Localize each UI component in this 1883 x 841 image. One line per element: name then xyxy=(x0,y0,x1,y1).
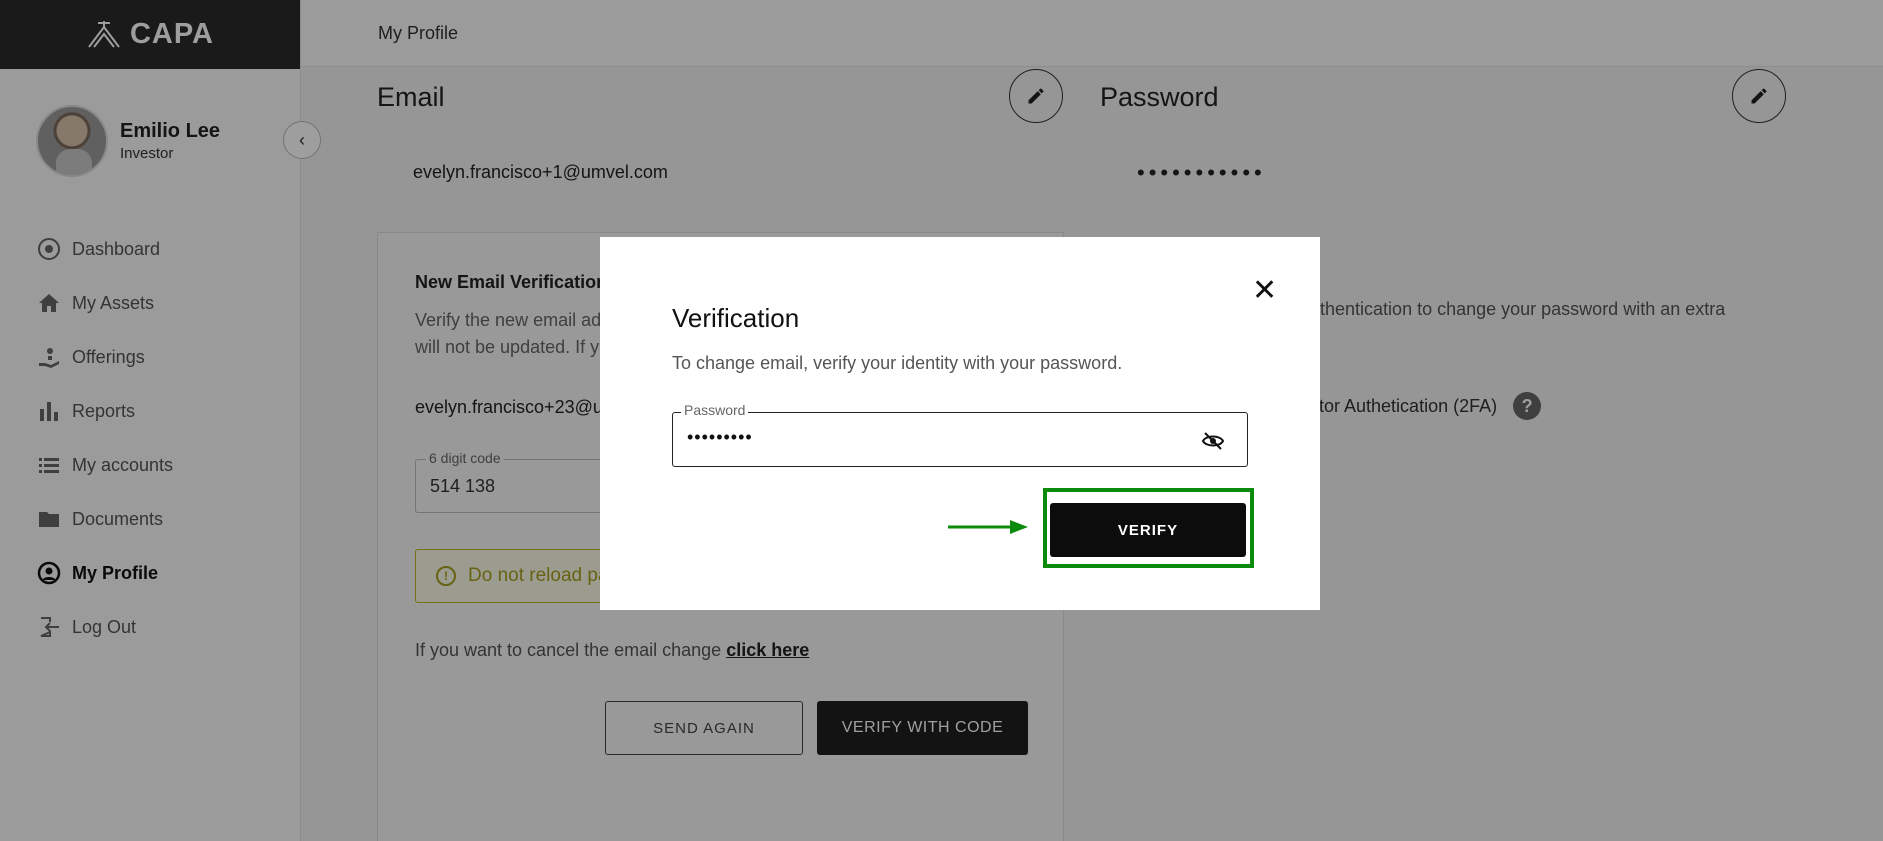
eye-off-icon[interactable] xyxy=(1201,429,1225,453)
verify-button[interactable]: VERIFY xyxy=(1050,503,1246,557)
password-input-label: Password xyxy=(681,402,749,418)
password-input-value: ••••••••• xyxy=(687,427,753,447)
password-input[interactable]: Password ••••••••• xyxy=(672,402,1248,467)
close-icon[interactable]: ✕ xyxy=(1252,276,1277,306)
arrow-right-icon xyxy=(948,520,1028,534)
verification-modal: ✕ Verification To change email, verify y… xyxy=(600,237,1320,610)
modal-title: Verification xyxy=(672,303,800,333)
modal-description: To change email, verify your identity wi… xyxy=(672,353,1123,373)
